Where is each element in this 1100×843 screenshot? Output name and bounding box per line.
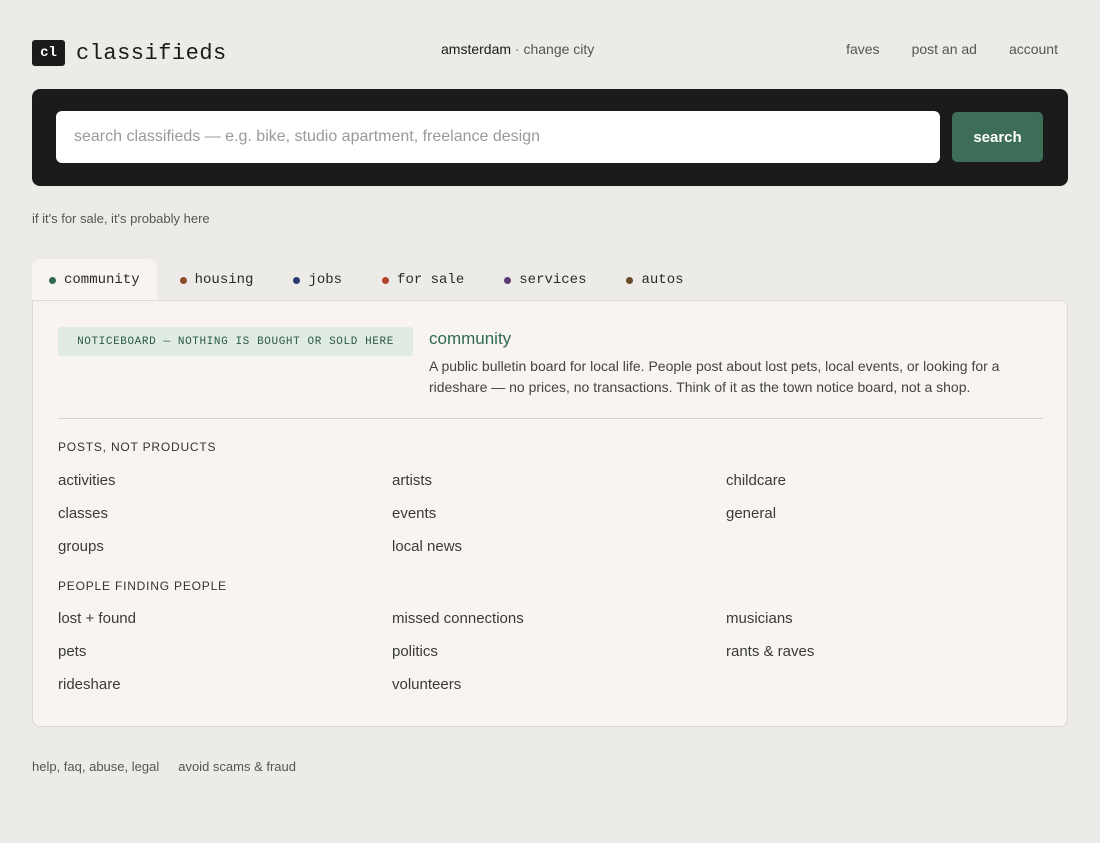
link-activities[interactable]: activities [58, 472, 116, 489]
tab-jobs[interactable]: jobs [276, 259, 359, 301]
tab-housing[interactable]: housing [163, 259, 271, 301]
link-rants-raves[interactable]: rants & raves [726, 643, 814, 660]
change-city-link[interactable]: change city [523, 41, 594, 57]
link-childcare[interactable]: childcare [726, 472, 786, 489]
link-missed-connections[interactable]: missed connections [392, 610, 524, 627]
section-title: community [429, 329, 512, 348]
tab-community[interactable]: community [32, 259, 157, 301]
link-general[interactable]: general [726, 505, 776, 522]
link-pets[interactable]: pets [58, 643, 86, 660]
tab-label: jobs [308, 272, 343, 288]
tab-dot-icon [382, 276, 390, 284]
tab-label: services [519, 272, 587, 288]
category-tabs: community housing jobs for sale services… [32, 259, 707, 301]
search-button[interactable]: search [952, 112, 1043, 162]
group-heading-people: PEOPLE FINDING PEOPLE [58, 579, 227, 593]
tab-services[interactable]: services [487, 259, 603, 301]
noticeboard-badge: NOTICEBOARD — NOTHING IS BOUGHT OR SOLD … [58, 327, 413, 356]
link-volunteers[interactable]: volunteers [392, 676, 461, 693]
search-input[interactable] [56, 111, 940, 163]
category-panel: NOTICEBOARD — NOTHING IS BOUGHT OR SOLD … [32, 300, 1068, 727]
header: cl classifieds amsterdam · change city f… [32, 38, 1068, 66]
tab-dot-icon [293, 276, 301, 284]
tagline: if it's for sale, it's probably here [32, 211, 210, 226]
link-rideshare[interactable]: rideshare [58, 676, 121, 693]
nav-post-ad-link[interactable]: post an ad [912, 41, 977, 57]
link-classes[interactable]: classes [58, 505, 108, 522]
tab-dot-icon [179, 276, 187, 284]
nav-account-link[interactable]: account [1009, 41, 1058, 57]
footer: help, faq, abuse, legal avoid scams & fr… [32, 759, 296, 774]
link-musicians[interactable]: musicians [726, 610, 793, 627]
current-city: amsterdam [441, 41, 512, 57]
logo-text: classifieds [76, 40, 227, 66]
top-nav: faves post an ad account [846, 41, 1058, 57]
city-selector: amsterdam · change city [441, 41, 594, 57]
link-local-news[interactable]: local news [392, 538, 462, 555]
tab-label: for sale [397, 272, 465, 288]
footer-help-link[interactable]: help, faq, abuse, legal [32, 759, 159, 774]
tab-dot-icon [504, 276, 512, 284]
tab-autos[interactable]: autos [609, 259, 700, 301]
search-panel: search [32, 89, 1068, 186]
tab-dot-icon [626, 276, 634, 284]
tab-for-sale[interactable]: for sale [365, 259, 481, 301]
link-politics[interactable]: politics [392, 643, 438, 660]
section-description: A public bulletin board for local life. … [429, 358, 1000, 395]
tab-label: community [64, 272, 140, 288]
link-groups[interactable]: groups [58, 538, 104, 555]
tab-label: autos [641, 272, 684, 288]
nav-faves-link[interactable]: faves [846, 41, 879, 57]
logo[interactable]: cl classifieds [32, 40, 227, 66]
footer-scams-link[interactable]: avoid scams & fraud [178, 759, 296, 774]
group-heading-posts: POSTS, NOT PRODUCTS [58, 440, 217, 454]
tab-label: housing [194, 272, 254, 288]
city-separator: · [514, 41, 520, 57]
tab-dot-icon [49, 276, 56, 284]
logo-mark: cl [32, 40, 65, 66]
link-events[interactable]: events [392, 505, 436, 522]
divider [58, 418, 1043, 419]
link-lost-found[interactable]: lost + found [58, 610, 136, 627]
link-artists[interactable]: artists [392, 472, 432, 489]
